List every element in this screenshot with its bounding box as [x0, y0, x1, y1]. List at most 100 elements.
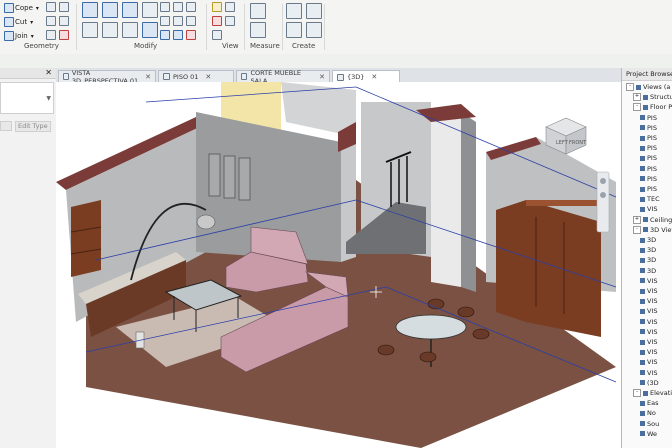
override-graphics-icon[interactable] — [212, 16, 222, 26]
steering-wheel-icon[interactable] — [600, 178, 606, 184]
expand-icon[interactable]: + — [633, 93, 641, 102]
edit-type-button[interactable]: Edit Type — [15, 120, 51, 132]
unpin-icon[interactable] — [186, 2, 196, 12]
measure-icon[interactable] — [250, 3, 266, 19]
dining-chair[interactable] — [472, 328, 490, 340]
hide-in-view-icon[interactable] — [225, 2, 235, 12]
split-element-icon[interactable] — [160, 2, 170, 12]
align-icon[interactable] — [82, 2, 98, 18]
project-browser-item[interactable]: - Views (a — [626, 83, 670, 91]
close-icon[interactable]: ✕ — [145, 73, 151, 81]
trim-extend-icon[interactable] — [142, 22, 158, 38]
close-icon[interactable]: ✕ — [45, 68, 52, 77]
cope-tool[interactable]: Cope ▾ — [4, 2, 39, 14]
project-browser-item[interactable]: + Structu — [633, 93, 672, 102]
project-browser-item[interactable]: VIS — [640, 277, 658, 285]
rotate-icon[interactable] — [122, 22, 138, 38]
collapse-icon[interactable]: - — [633, 225, 641, 234]
collapse-icon[interactable]: - — [633, 103, 641, 112]
project-browser-item[interactable]: -3D View — [633, 225, 672, 234]
project-browser-item[interactable]: - Floor P — [633, 103, 672, 112]
pin-icon[interactable] — [186, 16, 196, 26]
create-parts-icon[interactable] — [306, 3, 322, 19]
floor-lamp-shade[interactable] — [196, 214, 216, 230]
dining-table[interactable] — [395, 314, 467, 340]
array-icon[interactable] — [160, 16, 170, 26]
section-box-icon[interactable] — [212, 30, 222, 40]
remove-paint-icon[interactable] — [59, 30, 69, 40]
move-icon[interactable] — [82, 22, 98, 38]
wall-join-icon[interactable] — [46, 16, 56, 26]
window-panel[interactable] — [223, 155, 236, 199]
collapse-icon[interactable]: - — [633, 389, 641, 397]
expand-icon[interactable]: + — [633, 215, 641, 224]
project-browser-item[interactable]: VIS — [640, 369, 658, 377]
dining-chair[interactable] — [419, 351, 437, 363]
offset-icon[interactable] — [102, 2, 118, 18]
type-selector[interactable]: ▼ — [0, 82, 54, 114]
project-browser-item[interactable]: VIS — [640, 307, 658, 315]
project-browser-item[interactable]: PIS — [640, 185, 657, 193]
paint-icon[interactable] — [46, 2, 56, 12]
cut-tool[interactable]: Cut ▾ — [4, 16, 33, 28]
project-browser-item[interactable]: PIS — [640, 114, 657, 122]
collapse-icon[interactable]: - — [626, 83, 634, 91]
wall-shelf[interactable] — [71, 200, 101, 277]
project-browser-item[interactable]: 3D — [640, 267, 656, 275]
dining-chair[interactable] — [457, 306, 475, 318]
project-browser-item[interactable]: PIS — [640, 144, 657, 152]
project-browser-item[interactable]: PIS — [640, 134, 657, 142]
linework-icon[interactable] — [225, 16, 235, 26]
create-assembly-icon[interactable] — [286, 3, 302, 19]
tab-corte-mueble-sala[interactable]: CORTE MUEBLE SALA ✕ — [236, 69, 330, 85]
project-browser-item[interactable]: PIS — [640, 175, 657, 183]
create-group-icon[interactable] — [286, 22, 302, 38]
project-browser-item[interactable]: 3D — [640, 246, 656, 254]
3d-viewport[interactable]: LEFT FRONT — [56, 82, 621, 448]
zoom-icon[interactable] — [600, 192, 606, 198]
project-browser-item[interactable]: VIS — [640, 328, 658, 336]
copy-icon[interactable] — [102, 22, 118, 38]
join-tool[interactable]: Join ▾ — [4, 30, 34, 42]
project-browser-item[interactable]: VIS — [640, 348, 658, 356]
split-gap-icon[interactable] — [173, 2, 183, 12]
window-panel[interactable] — [208, 153, 221, 197]
project-browser-item[interactable]: PIS — [640, 165, 657, 173]
project-browser-item[interactable]: No — [640, 409, 656, 417]
project-browser-item[interactable]: VIS — [640, 287, 658, 295]
tab-vista-3d-perspectiva[interactable]: VISTA 3D_PERSPECTIVA 01 ✕ — [58, 69, 156, 85]
project-browser-item[interactable]: - Elevatio — [633, 389, 672, 397]
split-face-icon[interactable] — [59, 2, 69, 12]
project-browser-item[interactable]: 3D — [640, 236, 656, 244]
column-side[interactable] — [461, 112, 476, 292]
close-icon[interactable]: ✕ — [205, 73, 211, 81]
delete-icon[interactable] — [186, 30, 196, 40]
trim-multiple-icon[interactable] — [173, 30, 183, 40]
project-browser-item[interactable]: PIS — [640, 154, 657, 162]
filter-dropdown[interactable] — [0, 121, 12, 131]
project-browser-item[interactable]: VIS — [640, 338, 658, 346]
project-browser-item[interactable]: Eas — [640, 399, 658, 407]
project-browser-item[interactable]: We — [640, 430, 657, 438]
project-browser-item[interactable]: TEC — [640, 195, 660, 203]
tab-piso-01[interactable]: PISO 01 ✕ — [158, 70, 234, 82]
close-icon[interactable]: ✕ — [319, 73, 325, 81]
wardrobe-cabinet[interactable] — [496, 200, 601, 337]
close-icon[interactable]: ✕ — [371, 73, 377, 81]
trim-single-icon[interactable] — [160, 30, 170, 40]
project-browser-item[interactable]: 3D — [640, 256, 656, 264]
project-browser-item[interactable]: VIS — [640, 318, 658, 326]
dimension-icon[interactable] — [250, 22, 266, 38]
window-panel[interactable] — [238, 157, 251, 201]
column[interactable] — [431, 112, 461, 287]
mirror-draw-icon[interactable] — [142, 2, 158, 18]
scale-icon[interactable] — [173, 16, 183, 26]
project-browser-item[interactable]: VIS — [640, 358, 658, 366]
project-browser-item[interactable]: + Ceiling — [633, 215, 672, 224]
project-browser-item[interactable]: VIS — [640, 205, 658, 213]
dining-chair[interactable] — [377, 344, 395, 356]
create-similar-icon[interactable] — [306, 22, 322, 38]
project-browser-item[interactable]: PIS — [640, 124, 657, 132]
project-browser-item[interactable]: (3D — [640, 379, 659, 387]
project-browser-item[interactable]: VIS — [640, 297, 658, 305]
